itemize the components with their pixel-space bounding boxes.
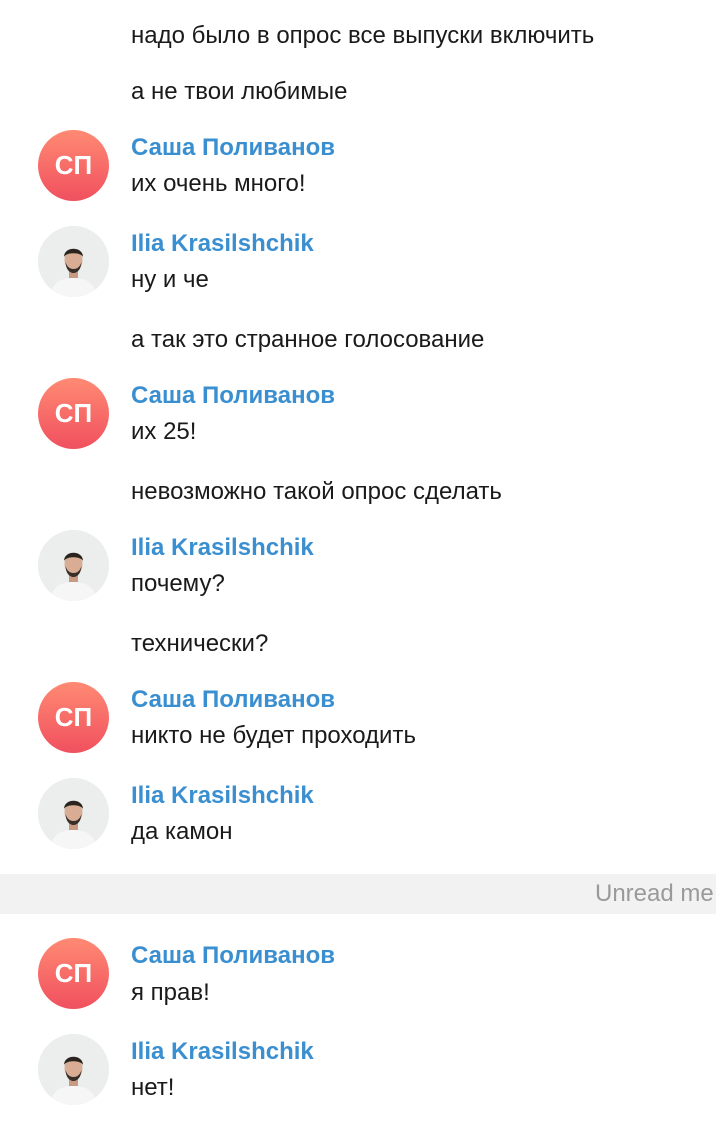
message-text: надо было в опрос все выпуски включить [131, 22, 595, 49]
avatar-ilia[interactable] [38, 1034, 109, 1105]
author-name-ilia[interactable]: Ilia Krasilshchik [131, 230, 314, 258]
person-photo-avatar-icon [38, 1034, 109, 1105]
avatar-sasha[interactable]: СП [38, 378, 109, 449]
person-photo-avatar-icon [38, 778, 109, 849]
message-text: технически? [131, 630, 269, 657]
author-name-sasha[interactable]: Саша Поливанов [131, 134, 335, 162]
message-text: почему? [131, 570, 225, 597]
message-text: да камон [131, 818, 233, 845]
author-name-sasha[interactable]: Саша Поливанов [131, 686, 335, 714]
avatar-sasha[interactable]: СП [38, 682, 109, 753]
message-text: никто не будет проходить [131, 722, 416, 749]
message-text: их очень много! [131, 170, 306, 197]
author-name-ilia[interactable]: Ilia Krasilshchik [131, 1038, 314, 1066]
author-name-sasha[interactable]: Саша Поливанов [131, 382, 335, 410]
message-text: ну и че [131, 266, 209, 293]
avatar-ilia[interactable] [38, 226, 109, 297]
avatar-sasha[interactable]: СП [38, 130, 109, 201]
person-photo-avatar-icon [38, 226, 109, 297]
message-text: невозможно такой опрос сделать [131, 478, 502, 505]
message-text: а не твои любимые [131, 78, 348, 105]
message-text: нет! [131, 1074, 175, 1101]
message-text: а так это странное голосование [131, 326, 485, 353]
author-name-ilia[interactable]: Ilia Krasilshchik [131, 534, 314, 562]
avatar-ilia[interactable] [38, 778, 109, 849]
avatar-sasha[interactable]: СП [38, 938, 109, 1009]
message-text: их 25! [131, 418, 197, 445]
unread-divider-label: Unread me [595, 880, 714, 907]
message-text: я прав! [131, 979, 210, 1006]
author-name-sasha[interactable]: Саша Поливанов [131, 942, 335, 970]
unread-messages-divider: Unread me [0, 874, 716, 914]
avatar-ilia[interactable] [38, 530, 109, 601]
author-name-ilia[interactable]: Ilia Krasilshchik [131, 782, 314, 810]
person-photo-avatar-icon [38, 530, 109, 601]
